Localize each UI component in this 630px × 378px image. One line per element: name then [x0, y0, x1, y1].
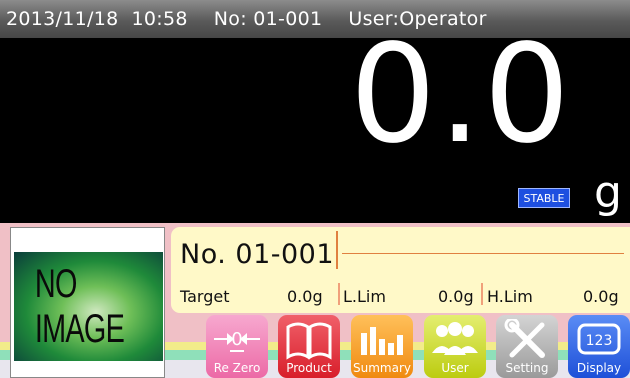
rezero-label: Re Zero — [213, 361, 261, 375]
no-image-label: NO IMAGE — [34, 261, 125, 351]
rezero-button[interactable]: 0 Re Zero — [206, 315, 268, 378]
summary-button[interactable]: Summary — [351, 315, 413, 378]
display-123-icon: 123 — [577, 323, 621, 355]
status-date: 2013/11/18 — [6, 8, 119, 30]
product-label: Product — [286, 361, 332, 375]
user-button[interactable]: User — [424, 315, 486, 378]
divider — [338, 283, 340, 305]
limits-row: Target 0.0g L.Lim 0.0g H.Lim 0.0g — [171, 281, 630, 307]
hlim-label: H.Lim — [487, 287, 533, 306]
status-product-number: No: 01-001 — [213, 8, 323, 30]
target-label: Target — [180, 287, 230, 306]
bar-chart-icon — [361, 327, 403, 355]
svg-text:0: 0 — [231, 329, 242, 350]
stable-badge: STABLE — [518, 188, 570, 208]
wrench-screwdriver-icon — [504, 319, 545, 358]
target-value: 0.0g — [287, 287, 323, 306]
display-label: Display — [576, 361, 622, 375]
users-icon — [432, 322, 478, 355]
weight-reading: 0.0 — [349, 16, 572, 174]
divider — [481, 283, 483, 305]
scale-screen: 2013/11/18 10:58 No: 01-001 User:Operato… — [0, 0, 630, 378]
llim-value: 0.0g — [438, 287, 474, 306]
summary-label: Summary — [353, 361, 411, 375]
product-button[interactable]: Product — [278, 315, 340, 378]
product-number: No. 01-001 — [180, 239, 335, 270]
product-info-panel: No. 01-001 Target 0.0g L.Lim 0.0g H.Lim … — [171, 227, 630, 313]
product-image: NO IMAGE — [14, 252, 163, 361]
book-icon — [286, 322, 332, 360]
user-label: User — [441, 361, 469, 375]
weight-unit: g — [594, 167, 622, 218]
llim-label: L.Lim — [343, 287, 386, 306]
divider — [342, 253, 624, 254]
svg-text:123: 123 — [586, 333, 613, 349]
rezero-icon: 0 — [214, 329, 260, 352]
hlim-value: 0.0g — [583, 287, 619, 306]
display-button[interactable]: 123 Display — [568, 315, 630, 378]
status-time: 10:58 — [131, 8, 188, 30]
setting-label: Setting — [505, 361, 549, 375]
product-image-frame[interactable]: NO IMAGE — [10, 227, 165, 378]
setting-button[interactable]: Setting — [496, 315, 558, 378]
divider — [336, 231, 338, 269]
